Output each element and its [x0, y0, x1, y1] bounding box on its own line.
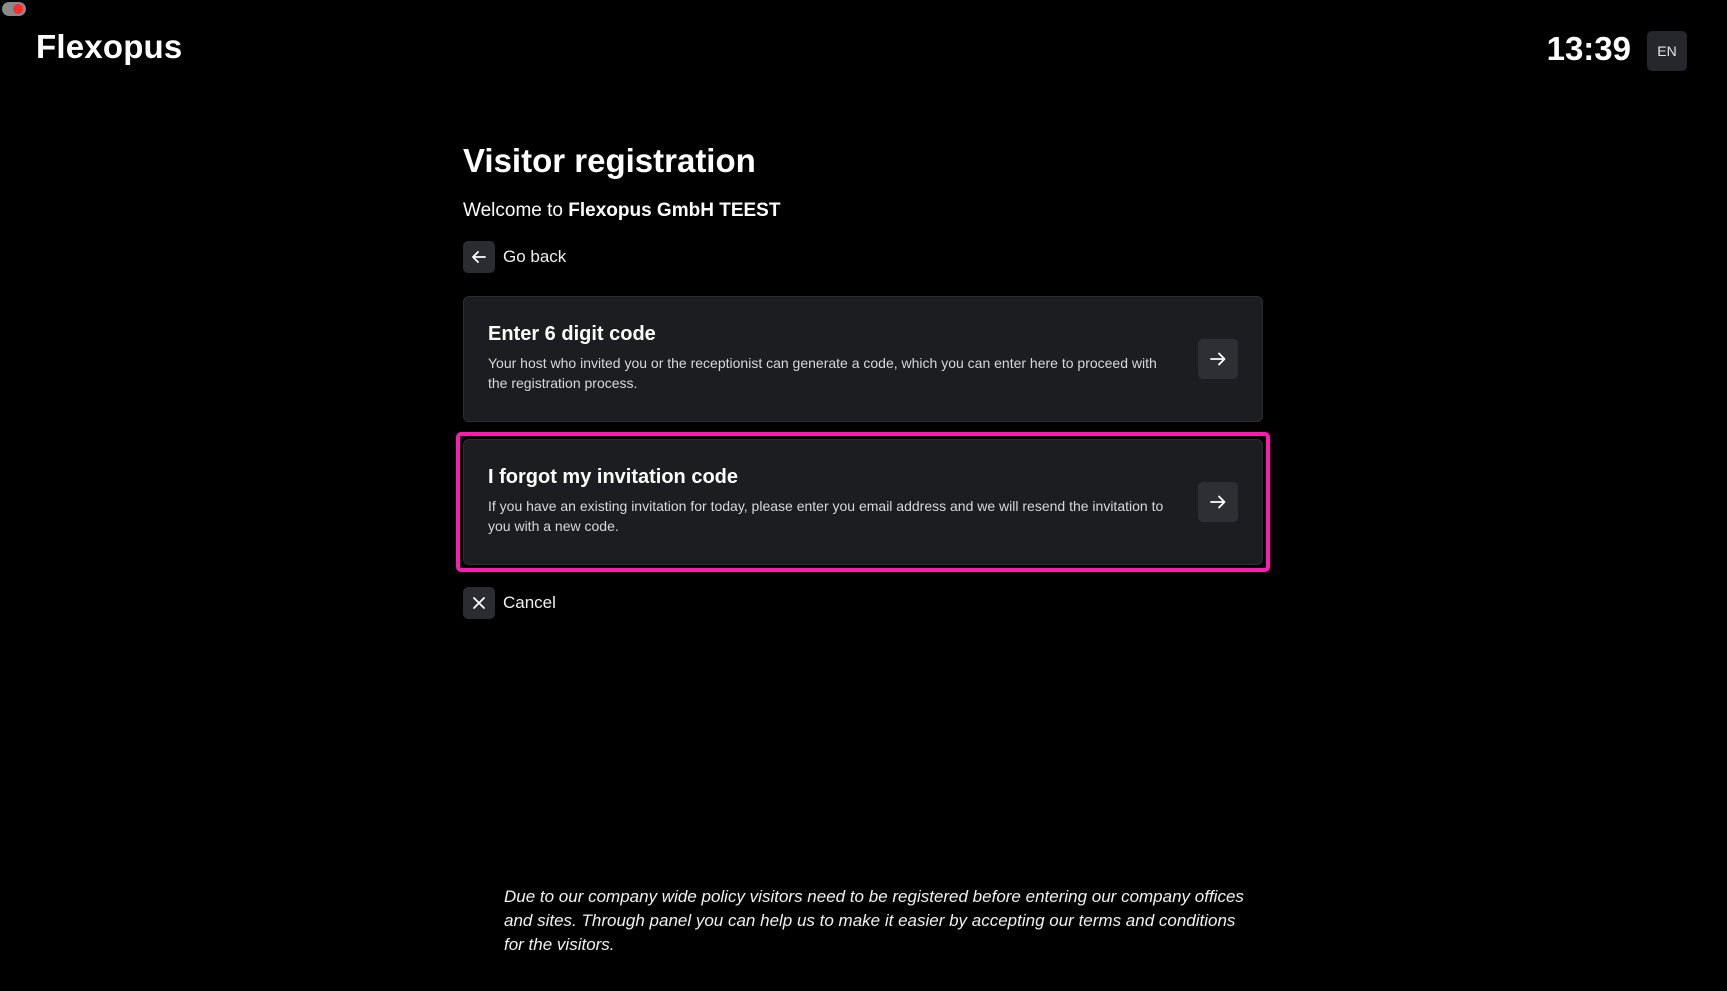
option-title: Enter 6 digit code — [488, 323, 656, 345]
welcome-text: Welcome to Flexopus GmbH TEEST — [463, 199, 1263, 223]
go-back-button[interactable]: Go back — [463, 241, 1263, 273]
company-name: Flexopus GmbH TEEST — [568, 200, 781, 221]
clock: 13:39 — [1546, 30, 1631, 67]
cancel-button[interactable]: Cancel — [463, 587, 1263, 619]
go-back-label[interactable]: Go back — [503, 247, 566, 267]
arrow-right-icon[interactable] — [1198, 339, 1238, 379]
window-control-dots[interactable] — [2, 2, 26, 16]
cancel-label[interactable]: Cancel — [503, 593, 556, 613]
forgot-code-option-card[interactable]: I forgot my invitation code If you have … — [463, 439, 1263, 565]
option-description: If you have an existing invitation for t… — [488, 498, 1164, 534]
enter-code-option-card[interactable]: Enter 6 digit code Your host who invited… — [463, 296, 1263, 422]
arrow-left-icon[interactable] — [463, 241, 495, 273]
highlighted-option-frame: I forgot my invitation code If you have … — [456, 432, 1270, 572]
language-selector-button[interactable]: EN — [1647, 31, 1687, 71]
close-icon[interactable] — [463, 587, 495, 619]
welcome-prefix: Welcome to — [463, 200, 569, 221]
visitor-registration-page: Flexopus 13:39 EN Visitor registration W… — [0, 0, 1727, 991]
main-content: Visitor registration Welcome to Flexopus… — [456, 140, 1270, 619]
page-title: Visitor registration — [463, 142, 756, 179]
option-description: Your host who invited you or the recepti… — [488, 355, 1157, 391]
close-window-dot[interactable] — [13, 4, 23, 14]
option-title: I forgot my invitation code — [488, 466, 739, 488]
policy-note: Due to our company wide policy visitors … — [504, 887, 1244, 954]
arrow-right-icon[interactable] — [1198, 482, 1238, 522]
app-logo: Flexopus — [36, 28, 183, 65]
